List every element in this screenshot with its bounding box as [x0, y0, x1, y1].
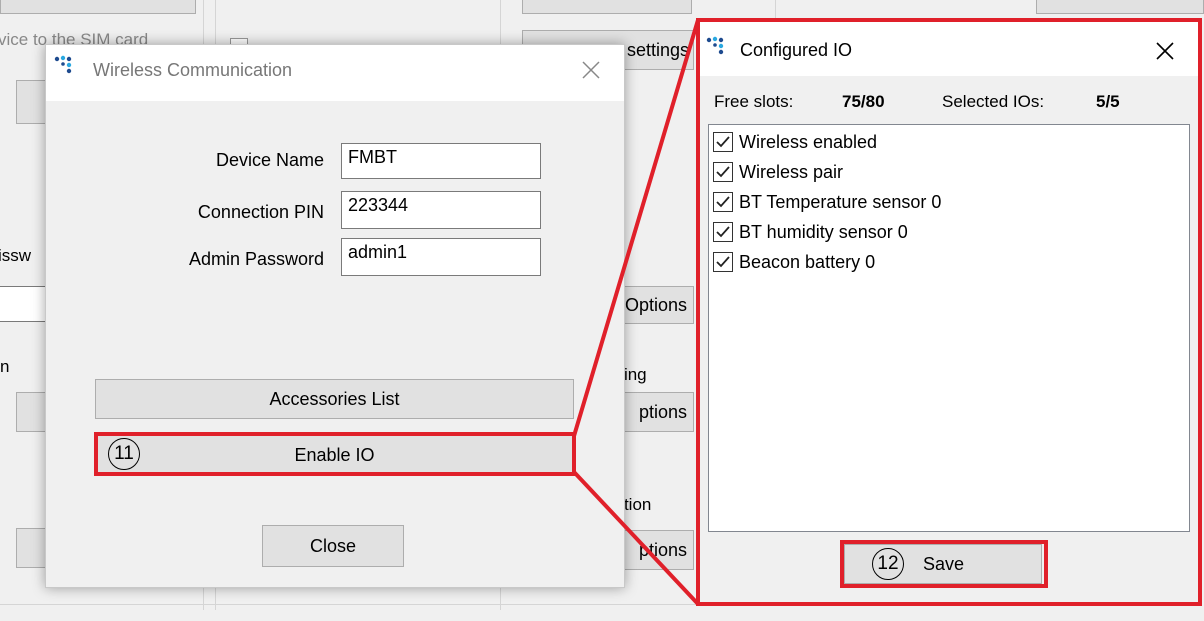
callout-line-bottom [572, 470, 700, 606]
callout-number-11: 11 [108, 438, 140, 470]
configured-io-highlight [696, 18, 1202, 606]
callout-line-top [572, 19, 700, 437]
enable-io-highlight [94, 432, 576, 476]
callout-number-12: 12 [872, 548, 904, 580]
